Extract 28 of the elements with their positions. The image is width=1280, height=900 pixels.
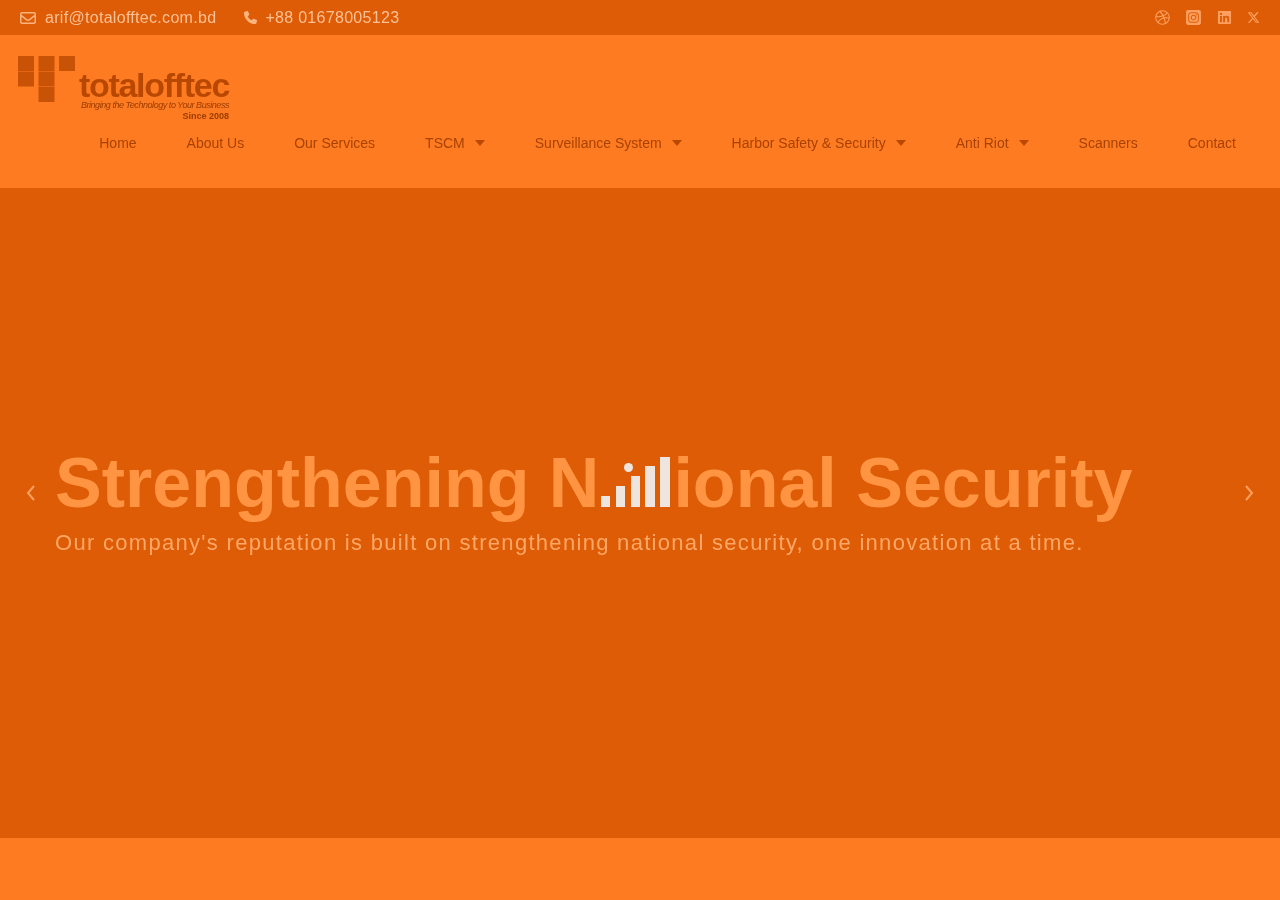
hero-title: Strengthening N — [55, 443, 600, 524]
instagram-icon[interactable] — [1185, 9, 1202, 26]
logo-tagline: Bringing the Technology to Your Business — [80, 100, 230, 111]
nav-link[interactable]: Contact — [1187, 132, 1236, 154]
phone-icon — [244, 11, 258, 24]
nav-link[interactable]: Surveillance System — [534, 132, 682, 154]
nav-link[interactable]: Our Services — [294, 132, 376, 154]
email-link[interactable]: arif@totalofftec.com.bd — [45, 5, 217, 30]
nav-link[interactable]: TSCM — [425, 132, 485, 154]
previous-slide-button[interactable] — [24, 483, 38, 503]
chevron-right-icon — [1244, 485, 1254, 501]
chevron-left-icon — [26, 485, 36, 501]
x-logo-icon[interactable] — [1247, 11, 1260, 24]
phone-link[interactable]: +88 01678005123 — [265, 5, 400, 30]
next-slide-button[interactable] — [1242, 483, 1256, 503]
logo-squares-icon — [18, 56, 75, 102]
loading-bars-icon — [601, 457, 672, 507]
hero-title: ional Security — [673, 443, 1133, 524]
logo-since: Since 2008 — [182, 111, 230, 121]
nav-link[interactable]: Home — [99, 132, 137, 154]
nav-link[interactable]: Harbor Safety & Security — [731, 132, 906, 154]
nav-link[interactable]: Scanners — [1078, 132, 1138, 154]
logo-wordmark: totalofftec — [79, 70, 230, 100]
linkedin-icon[interactable] — [1217, 10, 1232, 25]
nav-link[interactable]: Anti Riot — [955, 132, 1029, 154]
envelope-icon — [20, 9, 36, 26]
nav-link[interactable]: About Us — [186, 132, 245, 154]
hero-subtitle: Our company's reputation is built on strengthening national security, one innovation at a time. — [55, 529, 1085, 557]
